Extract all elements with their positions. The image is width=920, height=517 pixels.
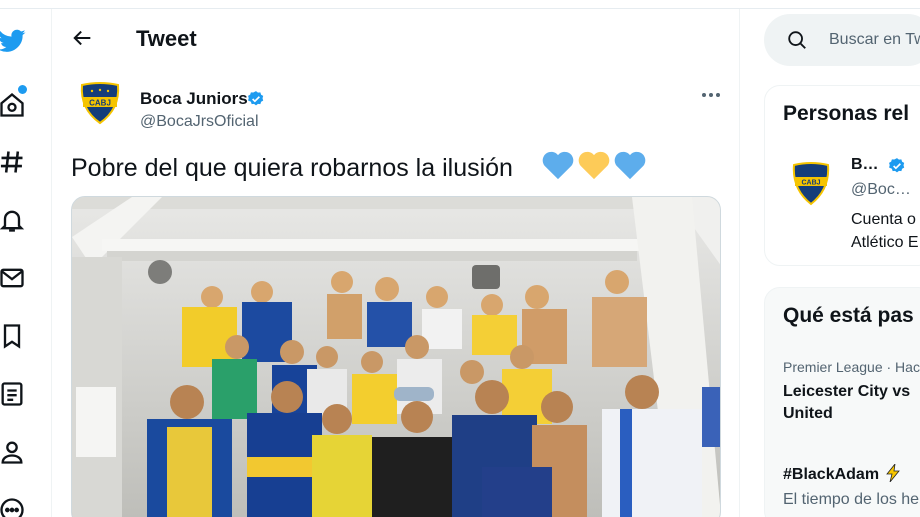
profile-icon[interactable] — [0, 436, 28, 468]
trend-description: El tiempo de los he — [783, 491, 920, 508]
trend-name-line: United — [783, 405, 833, 422]
tweet-emoji-hearts — [541, 149, 647, 181]
bookmarks-icon[interactable] — [0, 320, 28, 352]
search-bar[interactable]: Buscar en Tw — [764, 14, 920, 66]
blue-heart-icon — [542, 151, 574, 180]
lightning-bolt-icon — [885, 462, 900, 483]
explore-icon[interactable] — [0, 146, 28, 178]
page-header: Tweet — [52, 9, 741, 71]
related-account-name[interactable]: B… — [851, 156, 879, 174]
lists-icon[interactable] — [0, 378, 28, 410]
trend-name-line: Leicester City vs — [783, 383, 911, 400]
trend-item[interactable]: Leicester City vs United — [783, 381, 910, 425]
twitter-logo-icon[interactable] — [0, 25, 28, 57]
related-account-bio-line: Atlético E — [851, 234, 919, 251]
author-handle[interactable]: @BocaJrsOficial — [140, 113, 259, 131]
main-column: Tweet CABJ Boca Juniors @BocaJrsOficial … — [51, 9, 740, 517]
author-avatar[interactable]: CABJ — [76, 79, 124, 127]
search-input[interactable]: Buscar en Tw — [829, 31, 920, 49]
trends-panel: Qué está pas Premier League · Hac Leices… — [764, 287, 920, 517]
page-title: Tweet — [136, 26, 197, 51]
related-account-avatar[interactable]: CABJ — [791, 161, 831, 206]
back-arrow-icon[interactable] — [68, 23, 98, 53]
related-account-handle[interactable]: @Boc… — [851, 181, 911, 199]
related-people-panel: Personas rel CABJ B… @Boc… Cuenta o Atlé… — [764, 85, 920, 266]
verified-badge-icon — [248, 91, 264, 106]
messages-icon[interactable] — [0, 262, 28, 294]
trends-title: Qué está pas — [783, 304, 914, 327]
yellow-heart-icon — [578, 151, 610, 180]
notification-dot — [18, 85, 27, 94]
trend-item[interactable]: #BlackAdam — [783, 462, 900, 486]
verified-badge-icon — [889, 158, 905, 173]
more-icon[interactable] — [0, 494, 28, 517]
author-name[interactable]: Boca Juniors — [140, 89, 248, 109]
search-icon — [788, 31, 806, 49]
tweet-more-options-icon[interactable] — [698, 85, 724, 105]
related-account-bio-line: Cuenta o — [851, 211, 916, 228]
team-celebration-image — [72, 197, 720, 517]
svg-text:CABJ: CABJ — [89, 99, 111, 108]
left-nav — [0, 9, 50, 517]
trend-meta: Premier League · Hac — [783, 359, 920, 375]
notifications-icon[interactable] — [0, 204, 28, 236]
tweet-text: Pobre del que quiera robarnos la ilusión — [71, 154, 513, 182]
tweet-photo[interactable] — [71, 196, 721, 517]
trend-name: #BlackAdam — [783, 466, 880, 483]
top-strip — [0, 0, 920, 9]
svg-text:CABJ: CABJ — [801, 180, 820, 187]
related-account-bio: Cuenta o Atlético E — [851, 208, 919, 254]
blue-heart-icon — [614, 151, 646, 180]
related-people-title: Personas rel — [783, 102, 910, 125]
